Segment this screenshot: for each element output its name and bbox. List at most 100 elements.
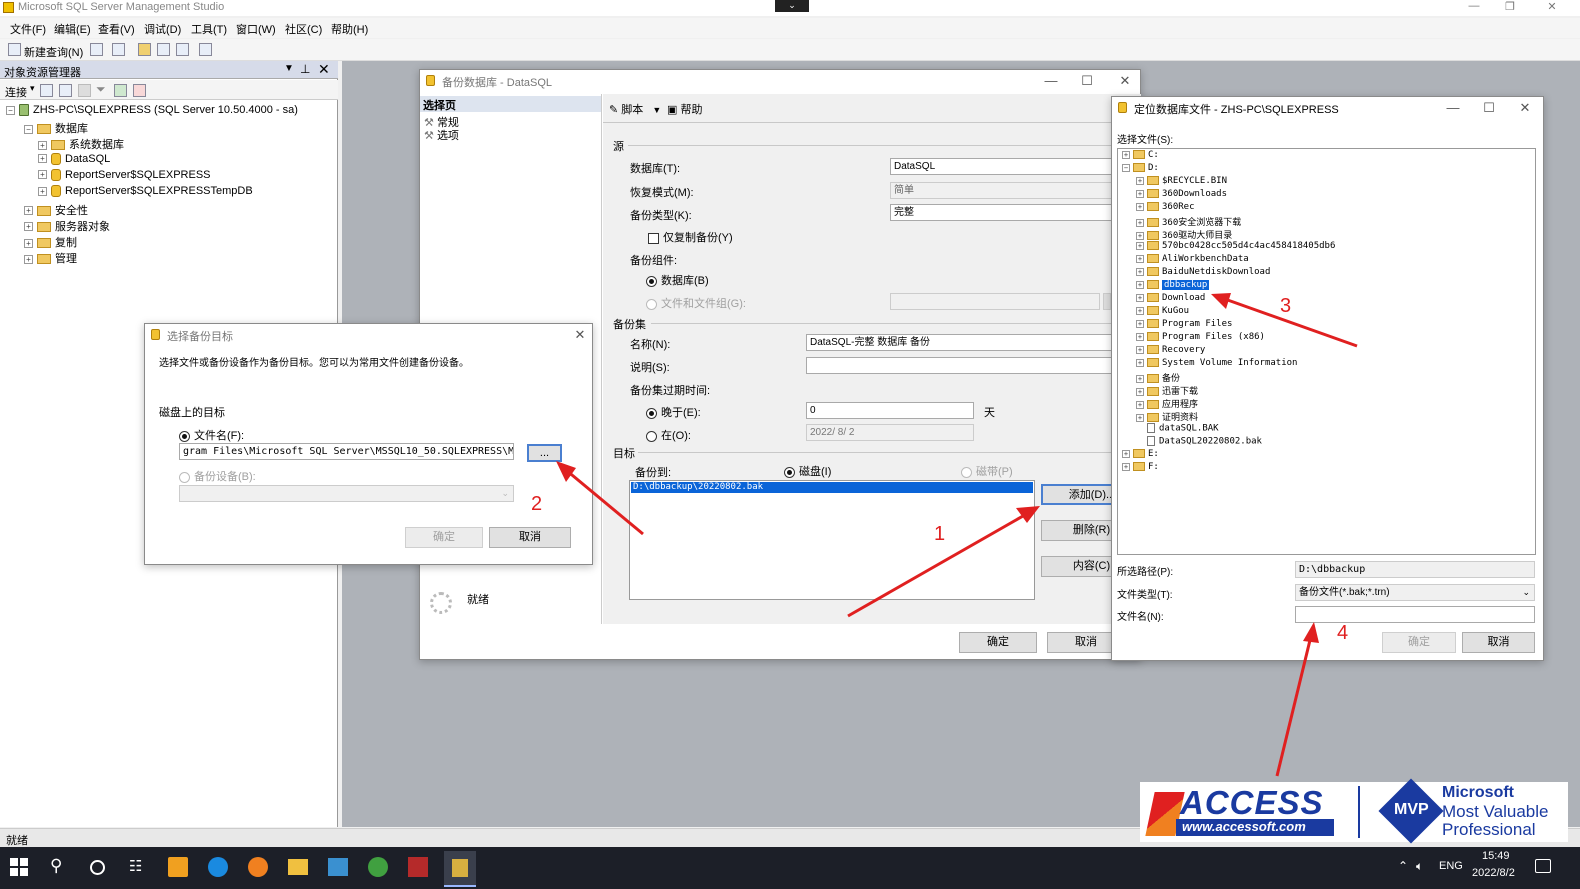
- backup-ok-button[interactable]: 确定: [959, 632, 1037, 653]
- target-list[interactable]: D:\dbbackup\20220802.bak: [629, 480, 1035, 600]
- file-tree-folder[interactable]: + 备份: [1136, 371, 1180, 384]
- start-icon[interactable]: [10, 858, 28, 876]
- refresh-icon[interactable]: [114, 84, 127, 97]
- backup-type-select[interactable]: 完整: [890, 204, 1141, 221]
- file-type-select[interactable]: 备份文件(*.bak;*.trn) ⌄: [1295, 584, 1535, 601]
- dropdown-icon[interactable]: ▼: [284, 63, 294, 74]
- expand-icon[interactable]: +: [24, 254, 33, 264]
- save-all-icon[interactable]: [176, 43, 189, 56]
- collapse-icon[interactable]: −: [24, 124, 33, 134]
- input-language[interactable]: ENG: [1439, 860, 1463, 872]
- expire-days-input[interactable]: 0: [806, 402, 974, 419]
- new-query-button[interactable]: 新建查询(N): [24, 44, 83, 60]
- file-name-radio[interactable]: 文件名(F):: [179, 427, 244, 443]
- file-tree-folder[interactable]: + E:: [1122, 449, 1159, 462]
- server-node[interactable]: − ZHS-PC\SQLEXPRESS (SQL Server 10.50.400…: [6, 104, 298, 120]
- locate-cancel-button[interactable]: 取消: [1462, 632, 1535, 653]
- disk-radio[interactable]: 磁盘(I): [784, 463, 831, 479]
- close-icon[interactable]: ✕: [318, 61, 330, 78]
- file-tree-folder[interactable]: + dbbackup: [1136, 280, 1210, 293]
- collapse-icon[interactable]: −: [6, 105, 15, 115]
- search-app-icon[interactable]: [248, 857, 268, 877]
- tree-node[interactable]: + 系统数据库: [38, 136, 124, 152]
- script-button[interactable]: ✎ 脚本 ▼: [609, 101, 661, 117]
- tree-node[interactable]: + ReportServer$SQLEXPRESSTempDB: [38, 185, 253, 201]
- clock-time[interactable]: 15:49: [1482, 850, 1510, 862]
- connect-icon[interactable]: [40, 84, 53, 97]
- menu-view[interactable]: 查看(V): [98, 21, 135, 37]
- browse-button[interactable]: ...: [527, 444, 562, 462]
- close-icon[interactable]: ✕: [1514, 99, 1536, 117]
- backup-name-input[interactable]: DataSQL-完整 数据库 备份: [806, 334, 1141, 351]
- connect-button[interactable]: 连接: [5, 84, 27, 100]
- component-database-radio[interactable]: 数据库(B): [646, 272, 709, 288]
- expand-icon[interactable]: +: [1136, 345, 1144, 354]
- file-tree-folder[interactable]: + Program Files (x86): [1136, 332, 1265, 345]
- file-tree-folder[interactable]: + 应用程序: [1136, 397, 1198, 410]
- file-tree-folder[interactable]: + System Volume Information: [1136, 358, 1297, 371]
- tree-node[interactable]: + DataSQL: [38, 153, 110, 169]
- menu-community[interactable]: 社区(C): [285, 21, 322, 37]
- file-tree-file[interactable]: DataSQL20220802.bak: [1136, 436, 1262, 449]
- open-folder-icon[interactable]: [138, 43, 151, 56]
- restore-icon[interactable]: ❐: [1498, 0, 1522, 14]
- expand-icon[interactable]: +: [1136, 374, 1144, 383]
- expand-icon[interactable]: +: [1136, 280, 1144, 289]
- activity-monitor-icon[interactable]: [199, 43, 212, 56]
- page-options[interactable]: ⚒ 选项: [424, 127, 459, 143]
- minimize-icon[interactable]: —: [1040, 72, 1062, 90]
- expire-on-radio[interactable]: 在(O):: [646, 427, 691, 443]
- expand-icon[interactable]: +: [1122, 462, 1130, 471]
- expand-icon[interactable]: +: [1136, 202, 1144, 211]
- expand-icon[interactable]: +: [1136, 176, 1144, 185]
- file-tree-folder[interactable]: + BaiduNetdiskDownload: [1136, 267, 1270, 280]
- expand-icon[interactable]: +: [38, 186, 47, 196]
- file-tree-folder[interactable]: +360Rec: [1136, 202, 1195, 215]
- expand-icon[interactable]: +: [1136, 267, 1144, 276]
- db-query-icon[interactable]: [90, 43, 103, 56]
- file-name-input[interactable]: [1295, 606, 1535, 623]
- expand-icon[interactable]: +: [24, 222, 33, 232]
- file-name-input[interactable]: gram Files\Microsoft SQL Server\MSSQL10_…: [179, 443, 514, 460]
- expand-icon[interactable]: +: [24, 206, 33, 216]
- file-tree[interactable]: + C: − D: + $RECYCLE.BIN +360Downloads +360Rec +…: [1117, 148, 1536, 555]
- chevron-down-icon[interactable]: ⌄: [775, 0, 809, 12]
- menu-edit[interactable]: 编辑(E): [54, 21, 91, 37]
- expand-icon[interactable]: +: [24, 238, 33, 248]
- file-tree-folder[interactable]: +570bc0428cc505d4c4ac458418405db6: [1136, 241, 1335, 254]
- expand-icon[interactable]: +: [1122, 449, 1130, 458]
- select-target-cancel-button[interactable]: 取消: [489, 527, 571, 548]
- search-icon[interactable]: ⚲: [50, 856, 74, 880]
- maximize-icon[interactable]: ☐: [1478, 99, 1500, 117]
- expand-icon[interactable]: +: [1136, 189, 1144, 198]
- file-tree-folder[interactable]: + Download: [1136, 293, 1205, 306]
- locate-ok-button[interactable]: 确定: [1382, 632, 1456, 653]
- access-app-icon[interactable]: [408, 857, 428, 877]
- tree-node[interactable]: + 安全性: [24, 202, 88, 218]
- expand-icon[interactable]: +: [1136, 332, 1144, 341]
- expand-icon[interactable]: +: [38, 170, 47, 180]
- disconnect-icon[interactable]: [59, 84, 72, 97]
- database-select[interactable]: DataSQL: [890, 158, 1141, 175]
- backup-device-radio[interactable]: 备份设备(B):: [179, 468, 256, 484]
- menu-debug[interactable]: 调试(D): [144, 21, 181, 37]
- file-tree-folder[interactable]: + Program Files: [1136, 319, 1232, 332]
- expand-icon[interactable]: +: [1136, 293, 1144, 302]
- tape-radio[interactable]: 磁带(P): [961, 463, 1013, 479]
- copy-only-checkbox[interactable]: 仅复制备份(Y): [648, 229, 733, 245]
- file-tree-folder[interactable]: + 迅雷下载: [1136, 384, 1198, 397]
- help-button[interactable]: ▣ 帮助: [667, 101, 702, 117]
- files-browse-button[interactable]: [1103, 293, 1111, 310]
- file-tree-folder[interactable]: + $RECYCLE.BIN: [1136, 176, 1227, 189]
- expand-icon[interactable]: +: [1136, 231, 1144, 240]
- edge-icon[interactable]: [208, 857, 228, 877]
- select-target-ok-button[interactable]: 确定: [405, 527, 483, 548]
- menu-window[interactable]: 窗口(W): [236, 21, 276, 37]
- file-explorer-icon[interactable]: [288, 859, 308, 875]
- maximize-icon[interactable]: ☐: [1076, 72, 1098, 90]
- filter-icon[interactable]: ⏷: [96, 82, 106, 97]
- file-tree-folder[interactable]: +360Downloads: [1136, 189, 1227, 202]
- tree-node[interactable]: + 服务器对象: [24, 218, 110, 234]
- file-tree-folder[interactable]: − D:: [1122, 163, 1159, 176]
- notification-icon[interactable]: [1535, 859, 1551, 873]
